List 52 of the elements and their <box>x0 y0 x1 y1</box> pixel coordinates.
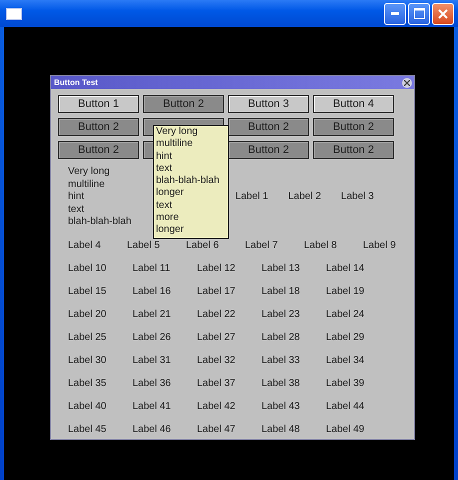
label-text: Label 18 <box>262 286 301 298</box>
label-text: Label 47 <box>197 424 236 436</box>
label-text: Label 40 <box>68 400 108 413</box>
label-text: Label 15 <box>68 286 108 298</box>
label-text: Label 41 <box>132 400 172 413</box>
label-text: Label 25 <box>68 332 108 344</box>
label-text: Label 35 <box>68 378 108 390</box>
label-text: Label 49 <box>326 424 366 436</box>
label-text: Label 31 <box>132 354 172 367</box>
label-text: Label 5 <box>127 240 161 252</box>
tooltip: Very long multiline hint text blah-blah-blah longer text more longer <box>153 125 229 239</box>
label-text: Label 37 <box>197 378 236 390</box>
label-text: Label 9 <box>363 240 397 252</box>
label-text: Label 36 <box>132 378 172 390</box>
label-text: Label 28 <box>262 332 301 344</box>
label-text: Label 2 <box>288 191 322 204</box>
label-text: Label 11 <box>132 262 172 275</box>
label-text: Label 23 <box>262 308 301 321</box>
label-text: Label 43 <box>262 400 301 413</box>
label-text: Label 26 <box>132 332 172 344</box>
label-text: Label 44 <box>326 400 366 413</box>
label-text: Label 29 <box>326 332 366 344</box>
label-text: Label 30 <box>68 354 108 367</box>
label-text: Label 46 <box>132 424 172 436</box>
label-text: Label 19 <box>326 286 366 298</box>
label-text: Label 17 <box>197 286 236 298</box>
label-text: Label 32 <box>197 354 236 367</box>
label-text: Label 24 <box>326 308 366 321</box>
dialog-title: Button Test <box>54 78 98 86</box>
label-text: Label 38 <box>262 378 301 390</box>
label-text: Label 21 <box>132 308 172 321</box>
label-text: Label 22 <box>197 308 236 321</box>
label-text: Label 34 <box>326 354 366 367</box>
label-text: Label 48 <box>262 424 301 436</box>
label-text: Label 33 <box>262 354 301 367</box>
label-text: Label 42 <box>197 400 236 413</box>
label-text: Label 12 <box>197 262 236 275</box>
label-text: Label 20 <box>68 308 108 321</box>
label-text: Label 1 <box>235 191 268 204</box>
label-text: Label 6 <box>186 240 220 252</box>
label-text: Label 10 <box>68 262 108 275</box>
label-text: Label 16 <box>132 286 172 298</box>
label-text: Label 27 <box>197 332 236 344</box>
label-text: Label 7 <box>245 240 279 252</box>
label-text: Label 39 <box>326 378 366 390</box>
label-text: Label 13 <box>262 262 301 275</box>
label-text: Label 4 <box>68 240 102 252</box>
label-text: Label 3 <box>341 191 374 204</box>
multiline-label: Very long multiline hint text blah-blah-blah <box>68 166 132 229</box>
label-text: Label 8 <box>304 240 338 252</box>
label-text: Label 45 <box>68 424 108 436</box>
label-text: Label 14 <box>326 262 366 275</box>
